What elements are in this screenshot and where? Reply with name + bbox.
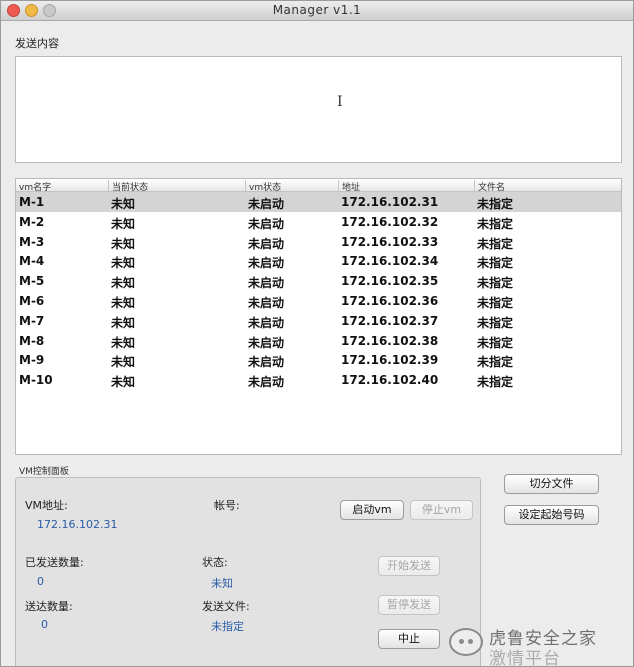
table-body: M-1 未知 未启动 172.16.102.31 未指定 M-2 未知 未启动 172.16.1… bbox=[16, 192, 621, 390]
file-name-cell: 未指定 bbox=[477, 216, 514, 231]
table-row[interactable]: M-4 未知 未启动 172.16.102.34 未指定 bbox=[16, 251, 621, 271]
file-name-cell: 未指定 bbox=[477, 315, 514, 330]
status-label: 状态: bbox=[202, 556, 228, 569]
current-status-cell: 未知 bbox=[111, 236, 136, 251]
sent-count-value: 0 bbox=[37, 575, 44, 588]
address-cell: 172.16.102.31 bbox=[341, 195, 439, 209]
status-value: 未知 bbox=[211, 577, 233, 590]
address-cell: 172.16.102.36 bbox=[341, 293, 439, 308]
vm-name-cell: M-3 bbox=[19, 234, 45, 249]
start-send-button[interactable]: 开始发送 bbox=[378, 556, 440, 576]
vm-status-cell: 未启动 bbox=[248, 335, 285, 350]
send-content-label: 发送内容 bbox=[15, 37, 59, 50]
vm-name-cell: M-8 bbox=[19, 333, 45, 348]
vm-status-cell: 未启动 bbox=[248, 375, 285, 390]
table-row[interactable]: M-1 未知 未启动 172.16.102.31 未指定 bbox=[16, 192, 621, 212]
current-status-cell: 未知 bbox=[111, 256, 136, 271]
manager-window: Manager v1.1 发送内容 I vm名字 当前状态 vm状态 地址 文件… bbox=[0, 0, 634, 667]
send-content-textarea[interactable]: I bbox=[15, 56, 622, 163]
vm-address-label: VM地址: bbox=[25, 499, 68, 512]
table-row[interactable]: M-5 未知 未启动 172.16.102.35 未指定 bbox=[16, 271, 621, 291]
vm-status-cell: 未启动 bbox=[248, 355, 285, 370]
address-cell: 172.16.102.33 bbox=[341, 234, 439, 249]
send-file-label: 发送文件: bbox=[202, 600, 250, 613]
send-file-value: 未指定 bbox=[211, 620, 244, 633]
vm-name-cell: M-4 bbox=[19, 254, 45, 269]
current-status-cell: 未知 bbox=[111, 216, 136, 231]
vm-table[interactable]: vm名字 当前状态 vm状态 地址 文件名 M-1 未知 未启动 172.16.102… bbox=[15, 178, 622, 455]
vm-name-cell: M-7 bbox=[19, 313, 45, 328]
table-row[interactable]: M-3 未知 未启动 172.16.102.33 未指定 bbox=[16, 232, 621, 252]
abort-button[interactable]: 中止 bbox=[378, 629, 440, 649]
address-cell: 172.16.102.34 bbox=[341, 254, 439, 269]
title-bar[interactable]: Manager v1.1 bbox=[1, 1, 633, 21]
watermark: 激情平台 虎鲁安全之家 bbox=[449, 622, 633, 666]
vm-status-cell: 未启动 bbox=[248, 315, 285, 330]
vm-name-cell: M-10 bbox=[19, 373, 53, 388]
column-header-vm-name[interactable]: vm名字 bbox=[16, 180, 108, 193]
current-status-cell: 未知 bbox=[111, 335, 136, 350]
file-name-cell: 未指定 bbox=[477, 276, 514, 291]
address-cell: 172.16.102.32 bbox=[341, 214, 439, 229]
vm-name-cell: M-1 bbox=[19, 195, 45, 209]
delivered-count-value: 0 bbox=[41, 618, 48, 631]
column-header-address[interactable]: 地址 bbox=[338, 180, 474, 193]
stop-vm-button[interactable]: 停止vm bbox=[410, 500, 473, 520]
address-cell: 172.16.102.37 bbox=[341, 313, 439, 328]
vm-status-cell: 未启动 bbox=[248, 236, 285, 251]
vm-address-value: 172.16.102.31 bbox=[37, 518, 118, 531]
vm-status-cell: 未启动 bbox=[248, 216, 285, 231]
file-name-cell: 未指定 bbox=[477, 355, 514, 370]
current-status-cell: 未知 bbox=[111, 295, 136, 310]
table-row[interactable]: M-7 未知 未启动 172.16.102.37 未指定 bbox=[16, 311, 621, 331]
start-vm-button[interactable]: 启动vm bbox=[340, 500, 404, 520]
table-row[interactable]: M-10 未知 未启动 172.16.102.40 未指定 bbox=[16, 370, 621, 390]
window-title: Manager v1.1 bbox=[272, 3, 362, 17]
table-row[interactable]: M-9 未知 未启动 172.16.102.39 未指定 bbox=[16, 350, 621, 370]
pause-send-button[interactable]: 暂停发送 bbox=[378, 595, 440, 615]
table-row[interactable]: M-8 未知 未启动 172.16.102.38 未指定 bbox=[16, 331, 621, 351]
address-cell: 172.16.102.39 bbox=[341, 353, 439, 368]
column-header-current-status[interactable]: 当前状态 bbox=[108, 180, 245, 193]
current-status-cell: 未知 bbox=[111, 197, 136, 211]
vm-name-cell: M-2 bbox=[19, 214, 45, 229]
set-start-number-button[interactable]: 设定起始号码 bbox=[504, 505, 599, 525]
delivered-count-label: 送达数量: bbox=[25, 600, 73, 613]
current-status-cell: 未知 bbox=[111, 355, 136, 370]
vm-name-cell: M-9 bbox=[19, 353, 45, 368]
vm-status-cell: 未启动 bbox=[248, 276, 285, 291]
column-header-vm-status[interactable]: vm状态 bbox=[245, 180, 338, 193]
address-cell: 172.16.102.38 bbox=[341, 333, 439, 348]
file-name-cell: 未指定 bbox=[477, 335, 514, 350]
current-status-cell: 未知 bbox=[111, 276, 136, 291]
wechat-logo-icon bbox=[449, 628, 483, 656]
vm-control-panel-title: VM控制面板 bbox=[19, 467, 69, 477]
vm-name-cell: M-5 bbox=[19, 274, 45, 289]
current-status-cell: 未知 bbox=[111, 315, 136, 330]
sent-count-label: 已发送数量: bbox=[25, 556, 84, 569]
file-name-cell: 未指定 bbox=[477, 256, 514, 271]
account-label: 帐号: bbox=[214, 499, 240, 512]
file-name-cell: 未指定 bbox=[477, 295, 514, 310]
file-name-cell: 未指定 bbox=[477, 236, 514, 251]
file-name-cell: 未指定 bbox=[477, 197, 514, 211]
column-header-file-name[interactable]: 文件名 bbox=[474, 180, 621, 193]
file-name-cell: 未指定 bbox=[477, 375, 514, 390]
vm-status-cell: 未启动 bbox=[248, 295, 285, 310]
table-row[interactable]: M-2 未知 未启动 172.16.102.32 未指定 bbox=[16, 212, 621, 232]
table-row[interactable]: M-6 未知 未启动 172.16.102.36 未指定 bbox=[16, 291, 621, 311]
split-file-button[interactable]: 切分文件 bbox=[504, 474, 599, 494]
vm-name-cell: M-6 bbox=[19, 293, 45, 308]
address-cell: 172.16.102.35 bbox=[341, 274, 439, 289]
text-cursor-icon: I bbox=[337, 94, 343, 110]
watermark-line-1: 虎鲁安全之家 bbox=[489, 629, 597, 649]
vm-control-panel: VM地址: 172.16.102.31 帐号: 启动vm 停止vm 已发送数量:… bbox=[15, 477, 481, 666]
vm-status-cell: 未启动 bbox=[248, 197, 285, 211]
vm-status-cell: 未启动 bbox=[248, 256, 285, 271]
table-header: vm名字 当前状态 vm状态 地址 文件名 bbox=[16, 179, 621, 193]
address-cell: 172.16.102.40 bbox=[341, 373, 439, 388]
current-status-cell: 未知 bbox=[111, 375, 136, 390]
